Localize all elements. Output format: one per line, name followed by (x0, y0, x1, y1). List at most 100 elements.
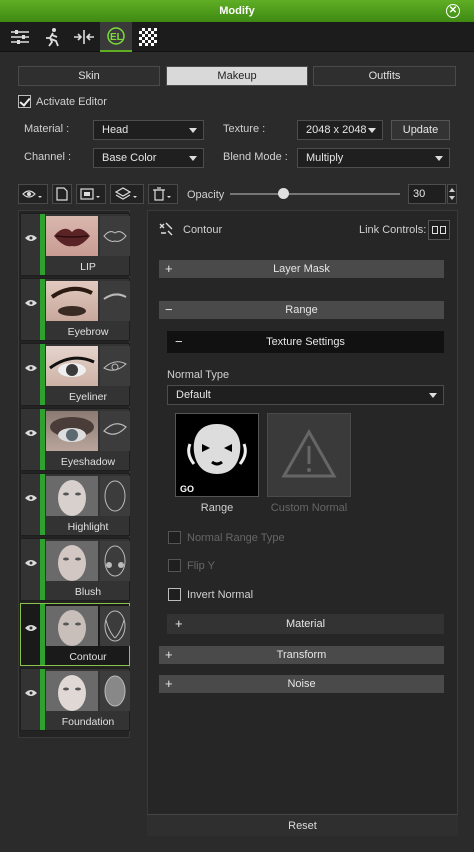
eye-icon[interactable] (25, 689, 37, 697)
contour-thumbnail (46, 606, 98, 646)
eyebrow-thumbnail (46, 281, 98, 321)
texture-size-select[interactable]: 2048 x 2048 (297, 120, 383, 140)
normal-type-label: Normal Type (167, 369, 230, 381)
makeup-layer-list: LIP Eyebrow Eyeliner Eyeshadow Highlight… (18, 210, 130, 738)
channel-select[interactable]: Base Color (93, 148, 204, 168)
contour-mask-icon (100, 606, 130, 646)
svg-text:EL: EL (110, 32, 123, 43)
visibility-dropdown-button[interactable] (18, 184, 48, 204)
reset-button[interactable]: Reset (147, 814, 458, 836)
close-icon[interactable]: ✕ (446, 4, 460, 18)
frame-icon (80, 188, 100, 200)
range-section[interactable]: − Range (159, 301, 444, 319)
flip-y-checkbox[interactable] (168, 559, 181, 572)
layer-item-eyeshadow[interactable]: Eyeshadow (20, 408, 130, 471)
transform-icon[interactable] (68, 22, 100, 52)
normal-type-value: Default (176, 389, 211, 401)
eye-icon[interactable] (25, 299, 37, 307)
chevron-up-icon[interactable] (449, 188, 455, 192)
normal-range-type-row: Normal Range Type (168, 531, 285, 544)
custom-normal-thumbnail[interactable] (267, 413, 351, 497)
normal-range-type-checkbox[interactable] (168, 531, 181, 544)
layer-item-highlight[interactable]: Highlight (20, 473, 130, 536)
collapse-minus-icon: − (175, 334, 183, 349)
layer-item-blush[interactable]: Blush (20, 538, 130, 601)
blend-mode-select[interactable]: Multiply (297, 148, 450, 168)
delete-dropdown-button[interactable] (148, 184, 178, 204)
tab-makeup[interactable]: Makeup (166, 66, 308, 86)
pose-icon[interactable] (36, 22, 68, 52)
eyeshadow-mask-icon (100, 411, 130, 451)
collapse-minus-icon: − (165, 302, 173, 317)
eyeliner-mask-icon (100, 346, 130, 386)
texture-label: Texture : (223, 123, 266, 135)
activate-editor-checkbox[interactable] (18, 95, 31, 108)
link-icon (432, 226, 446, 234)
sliders-icon[interactable] (4, 22, 36, 52)
checker-icon[interactable] (132, 22, 164, 52)
layer-item-eyeliner[interactable]: Eyeliner (20, 343, 130, 406)
flip-y-label: Flip Y (187, 559, 215, 572)
tab-outfits[interactable]: Outfits (313, 66, 456, 86)
page-icon (56, 187, 68, 201)
window-title: Modify (219, 5, 255, 17)
normal-type-select[interactable]: Default (167, 385, 444, 405)
eye-icon[interactable] (25, 364, 37, 372)
material-label: Material : (24, 123, 70, 135)
layer-mask-section[interactable]: + Layer Mask (159, 260, 444, 278)
link-controls-button[interactable] (428, 220, 450, 240)
layers-dropdown-button[interactable] (110, 184, 144, 204)
chevron-down-icon (189, 128, 197, 133)
chevron-down-icon (429, 393, 437, 398)
material-section[interactable]: + Material (167, 614, 444, 634)
activate-editor-row: Activate Editor (18, 95, 107, 108)
eye-icon[interactable] (25, 559, 37, 567)
eye-icon[interactable] (25, 494, 37, 502)
eyebrow-mask-icon (100, 281, 130, 321)
noise-section[interactable]: + Noise (159, 675, 444, 693)
opacity-slider-track[interactable] (230, 193, 400, 195)
activate-editor-label: Activate Editor (36, 95, 107, 108)
section-label: Texture Settings (266, 336, 345, 348)
layer-name: Eyeliner (69, 391, 107, 403)
layer-item-lip[interactable]: LIP (20, 213, 130, 276)
layer-item-contour[interactable]: Contour (20, 603, 130, 666)
opacity-stepper[interactable] (447, 184, 457, 204)
layers-icon (115, 187, 137, 200)
foundation-thumbnail (46, 671, 98, 711)
eye-icon[interactable] (25, 429, 37, 437)
layer-name: Highlight (67, 521, 109, 533)
expand-plus-icon: + (165, 676, 173, 691)
channel-label: Channel : (24, 151, 72, 163)
layer-item-foundation[interactable]: Foundation (20, 668, 130, 731)
eye-icon[interactable] (25, 624, 37, 632)
transform-section[interactable]: + Transform (159, 646, 444, 664)
layer-name: LIP (80, 261, 96, 273)
contour-icon (158, 221, 174, 240)
normal-range-type-label: Normal Range Type (187, 531, 285, 544)
section-label: Layer Mask (273, 263, 330, 275)
invert-normal-label: Invert Normal (187, 588, 254, 601)
invert-normal-checkbox[interactable] (168, 588, 181, 601)
detail-title: Contour (183, 224, 223, 236)
opacity-slider-handle[interactable] (278, 188, 289, 199)
custom-normal-label: Custom Normal (270, 502, 348, 514)
material-select[interactable]: Head (93, 120, 204, 140)
section-label: Noise (287, 678, 316, 690)
chevron-down-icon (189, 156, 197, 161)
texture-settings-section[interactable]: − Texture Settings (167, 331, 444, 353)
update-button[interactable]: Update (391, 120, 450, 140)
chevron-down-icon[interactable] (449, 196, 455, 200)
eye-icon[interactable] (25, 234, 37, 242)
range-texture-thumbnail[interactable]: GO (175, 413, 259, 497)
tab-skin[interactable]: Skin (18, 66, 160, 86)
opacity-input[interactable]: 30 (408, 184, 446, 204)
frame-dropdown-button[interactable] (76, 184, 106, 204)
new-layer-button[interactable] (52, 184, 72, 204)
appearance-icon[interactable]: EL (100, 22, 132, 52)
eyeshadow-thumbnail (46, 411, 98, 451)
layer-item-eyebrow[interactable]: Eyebrow (20, 278, 130, 341)
range-texture-label: Range (200, 502, 234, 514)
expand-plus-icon: + (165, 261, 173, 276)
layer-name: Contour (69, 651, 107, 663)
